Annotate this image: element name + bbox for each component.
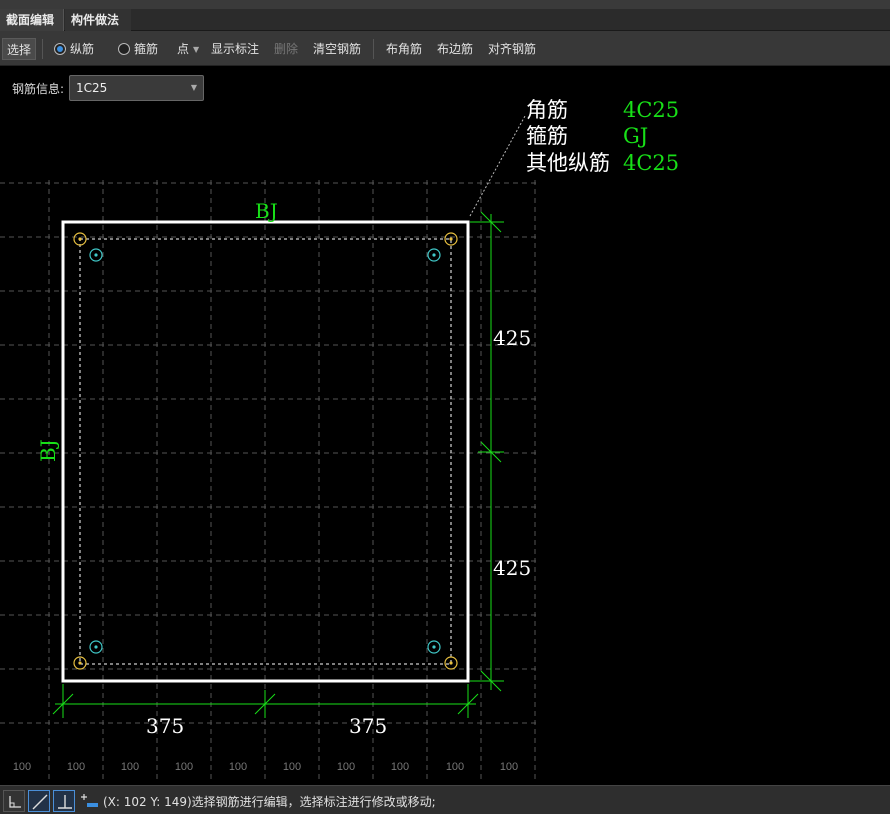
tab-component-method[interactable]: 构件做法 (65, 9, 131, 31)
toolbar: 选择 纵筋 箍筋 点 ▼ 显示标注 删除 清空钢筋 布角筋 布边筋 对齐钢筋 (0, 31, 890, 66)
bottom-dimension[interactable] (52, 684, 479, 718)
longitudinal-label: 纵筋 (70, 42, 95, 56)
ruler-label: 100 (229, 761, 247, 773)
rebar-info-select[interactable]: 1C25 ▼ (69, 75, 204, 101)
dim-right-lower[interactable]: 425 (493, 556, 531, 580)
ruler-label: 100 (67, 761, 85, 773)
dim-right-upper[interactable]: 425 (493, 326, 531, 350)
rebar-info-value: 1C25 (76, 81, 108, 95)
legend-corner-value[interactable]: 4C25 (623, 98, 679, 122)
ortho-snap-button[interactable] (3, 790, 25, 812)
corner-rebar-button[interactable]: 布角筋 (386, 38, 422, 60)
longitudinal-radio[interactable]: 纵筋 (54, 38, 94, 60)
stirrup-radio[interactable]: 箍筋 (118, 38, 158, 60)
toolbar-separator (42, 39, 43, 59)
add-dimension-button[interactable] (78, 790, 100, 812)
rebar-info-label: 钢筋信息: (12, 82, 65, 96)
status-text: (X: 102 Y: 149)选择钢筋进行编辑，选择标注进行修改或移动; (103, 795, 436, 809)
stirrup-label: 箍筋 (134, 42, 159, 56)
tab-section-edit[interactable]: 截面编辑 (0, 9, 64, 31)
ruler-label: 100 (446, 761, 464, 773)
add-dimension-icon (81, 794, 98, 807)
drawing-canvas[interactable]: 100 100 100 100 100 100 100 100 100 100 (0, 66, 890, 785)
chevron-down-icon: ▼ (190, 83, 197, 92)
legend-stirrup-label: 箍筋 (526, 124, 568, 148)
dim-bottom-left[interactable]: 375 (146, 714, 184, 738)
perpendicular-icon (58, 795, 72, 809)
perpendicular-snap-button[interactable] (53, 790, 75, 812)
ruler-label: 100 (500, 761, 518, 773)
window-top-strip (0, 0, 890, 9)
rebar-legend[interactable]: 角筋 4C25 箍筋 GJ 其他纵筋 4C25 (526, 98, 679, 175)
point-label: 点 (177, 42, 190, 56)
ruler-label: 100 (337, 761, 355, 773)
line-snap-button[interactable] (28, 790, 50, 812)
clear-rebar-button[interactable]: 清空钢筋 (313, 38, 361, 60)
side-stirrup-label[interactable]: BJ (36, 439, 60, 462)
legend-corner-label: 角筋 (526, 98, 568, 122)
ruler-label: 100 (13, 761, 31, 773)
show-annotation-button[interactable]: 显示标注 (211, 38, 259, 60)
legend-other-label: 其他纵筋 (526, 151, 610, 175)
ruler-label: 100 (283, 761, 301, 773)
ruler-label: 100 (175, 761, 193, 773)
delete-button[interactable]: 删除 (274, 38, 298, 60)
radio-unselected-icon (118, 43, 130, 55)
ortho-snap-icon (9, 796, 21, 808)
top-stirrup-label[interactable]: BJ (255, 199, 278, 223)
toolbar-separator (373, 39, 374, 59)
legend-stirrup-value[interactable]: GJ (623, 124, 648, 148)
select-button[interactable]: 选择 (2, 38, 36, 60)
grid (0, 180, 540, 782)
align-rebar-button[interactable]: 对齐钢筋 (488, 38, 536, 60)
radio-selected-icon (54, 43, 66, 55)
dim-bottom-right[interactable]: 375 (349, 714, 387, 738)
ruler-label: 100 (121, 761, 139, 773)
right-dimension[interactable] (470, 211, 504, 692)
tab-bar: 截面编辑 构件做法 (0, 9, 890, 31)
legend-leader-line (469, 115, 526, 217)
point-dropdown[interactable]: 点 ▼ (177, 38, 199, 60)
edge-rebar-button[interactable]: 布边筋 (437, 38, 473, 60)
status-bar: (X: 102 Y: 149)选择钢筋进行编辑，选择标注进行修改或移动; (0, 785, 890, 814)
legend-other-value[interactable]: 4C25 (623, 151, 679, 175)
chevron-down-icon: ▼ (193, 45, 200, 54)
ruler-label: 100 (391, 761, 409, 773)
diagonal-line-icon (32, 794, 48, 810)
